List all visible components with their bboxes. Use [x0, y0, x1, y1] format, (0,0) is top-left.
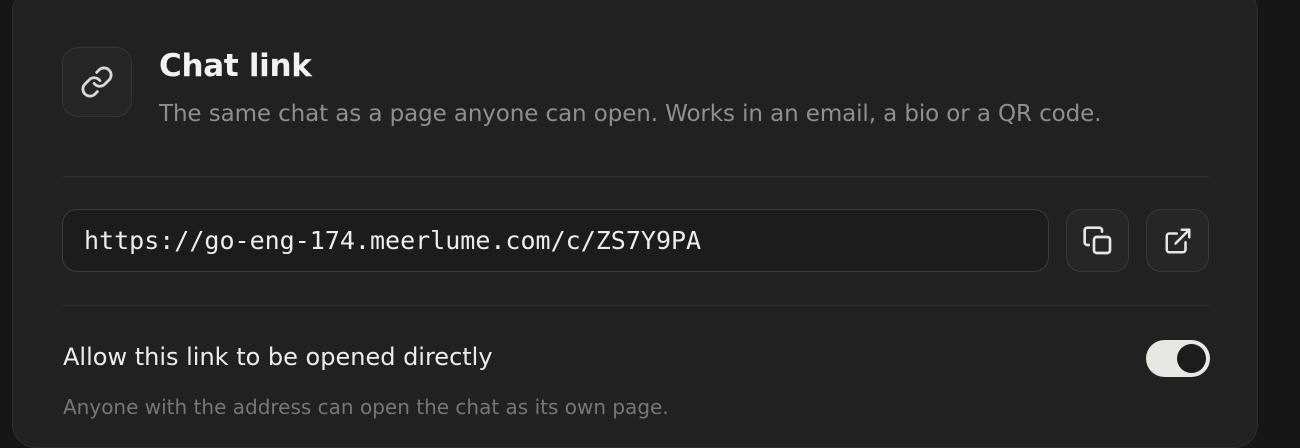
divider [63, 176, 1209, 177]
direct-open-description: Anyone with the address can open the cha… [63, 395, 669, 419]
link-icon [62, 47, 132, 117]
copy-link-button[interactable] [1066, 209, 1129, 272]
direct-open-toggle[interactable] [1146, 340, 1210, 377]
open-link-button[interactable] [1146, 209, 1209, 272]
section-title: Chat link [159, 48, 312, 84]
section-subtitle: The same chat as a page anyone can open.… [159, 101, 1102, 127]
external-link-icon [1163, 226, 1193, 256]
toggle-knob [1177, 344, 1206, 373]
copy-icon [1082, 225, 1114, 257]
direct-open-label: Allow this link to be opened directly [63, 343, 493, 371]
chat-link-url-field[interactable]: https://go-eng-174.meerlume.com/c/ZS7Y9P… [62, 209, 1049, 272]
divider [63, 305, 1209, 306]
